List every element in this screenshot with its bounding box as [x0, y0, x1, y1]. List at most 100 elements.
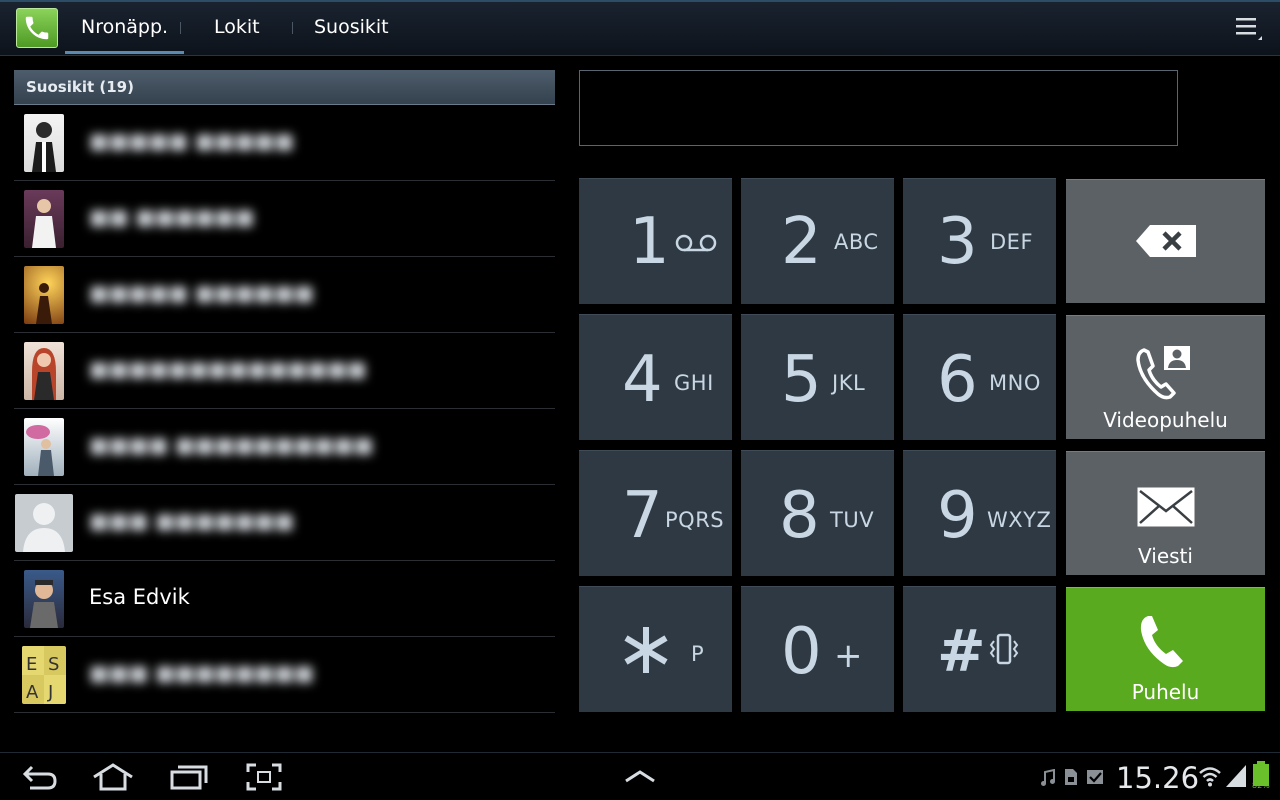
- sim-card-icon: [1064, 768, 1078, 790]
- backspace-icon: [1136, 225, 1196, 261]
- svg-text:S: S: [48, 654, 59, 675]
- key-4[interactable]: 4 GHI: [579, 314, 732, 440]
- tab-favorites-label: Suosikit: [314, 16, 389, 38]
- tab-logs[interactable]: Lokit: [198, 0, 276, 54]
- video-call-label: Videopuhelu: [1103, 408, 1228, 432]
- call-button[interactable]: Puhelu: [1066, 587, 1265, 711]
- phone-icon: [1138, 612, 1188, 674]
- key-star[interactable]: P: [579, 586, 732, 712]
- key-digit: 8: [779, 479, 820, 553]
- home-icon[interactable]: [92, 763, 134, 795]
- list-item[interactable]: ■■■■■ ■■■■■■: [14, 257, 555, 333]
- svg-text:A: A: [26, 682, 39, 703]
- video-call-button[interactable]: Videopuhelu: [1066, 315, 1265, 439]
- list-item[interactable]: ■■■ ■■■■■■■: [14, 485, 555, 561]
- key-digit: 0: [781, 615, 822, 689]
- contact-name: ■■ ■■■■■■: [89, 205, 255, 229]
- recent-apps-icon[interactable]: [170, 763, 208, 795]
- tab-divider: [292, 22, 293, 34]
- avatar: [24, 266, 64, 324]
- key-digit: #: [937, 617, 986, 685]
- screenshot-icon[interactable]: [246, 763, 282, 795]
- tab-divider: [180, 22, 181, 34]
- action-bar: Nronäpp. Lokit Suosikit: [0, 0, 1280, 56]
- key-digit: 6: [937, 343, 978, 417]
- key-8[interactable]: 8 TUV: [741, 450, 894, 576]
- key-digit: 9: [937, 479, 978, 553]
- avatar: [24, 342, 64, 400]
- system-bar: 15.26 82%: [0, 752, 1280, 800]
- key-5[interactable]: 5 JKL: [741, 314, 894, 440]
- contact-name: ■■■ ■■■■■■■■: [89, 661, 314, 685]
- message-label: Viesti: [1138, 544, 1193, 568]
- phone-app-icon[interactable]: [16, 8, 58, 48]
- tab-favorites[interactable]: Suosikit: [298, 0, 405, 54]
- key-digit: 7: [622, 479, 663, 553]
- battery-percent: 82%: [1252, 781, 1270, 790]
- envelope-icon: [1137, 487, 1195, 531]
- svg-text:J: J: [47, 682, 53, 703]
- key-hash[interactable]: #: [903, 586, 1056, 712]
- list-item[interactable]: ■■■■■■■■■■■■■■: [14, 333, 555, 409]
- wifi-icon: [1198, 765, 1222, 791]
- avatar: ESAJ: [22, 646, 66, 704]
- key-letters: DEF: [990, 230, 1034, 254]
- voicemail-icon: [674, 233, 718, 257]
- key-letters: PQRS: [665, 508, 725, 532]
- video-call-icon: [1136, 344, 1194, 406]
- clock: 15.26: [1116, 761, 1200, 795]
- key-letters: JKL: [832, 371, 866, 395]
- task-icon: [1086, 767, 1104, 789]
- contact-name: ■■■■■ ■■■■■■: [89, 281, 314, 305]
- key-6[interactable]: 6 MNO: [903, 314, 1056, 440]
- list-item[interactable]: Esa Edvik: [14, 561, 555, 637]
- signal-icon: [1226, 765, 1246, 791]
- key-7[interactable]: 7 PQRS: [579, 450, 732, 576]
- tab-keypad-label: Nronäpp.: [81, 16, 169, 38]
- contact-name: ■■■■■■■■■■■■■■: [89, 357, 367, 381]
- key-9[interactable]: 9 WXYZ: [903, 450, 1056, 576]
- key-1[interactable]: 1: [579, 178, 732, 304]
- key-digit: 3: [937, 205, 978, 279]
- key-digit: 5: [781, 343, 822, 417]
- key-3[interactable]: 3 DEF: [903, 178, 1056, 304]
- asterisk-icon: [621, 625, 671, 679]
- list-item[interactable]: ESAJ ■■■ ■■■■■■■■: [14, 637, 555, 713]
- avatar: [24, 570, 64, 628]
- favorites-header-label: Suosikit (19): [26, 78, 134, 96]
- key-letters: WXYZ: [987, 508, 1052, 532]
- vibrate-icon: [989, 633, 1019, 669]
- overflow-menu-icon[interactable]: [1234, 14, 1262, 42]
- phone-number-field[interactable]: [579, 70, 1178, 146]
- list-item[interactable]: ■■■■■ ■■■■■: [14, 105, 555, 181]
- back-icon[interactable]: [22, 763, 58, 795]
- key-letters: ABC: [834, 230, 879, 254]
- svg-text:E: E: [26, 654, 37, 675]
- key-letters: P: [691, 642, 705, 666]
- tab-keypad[interactable]: Nronäpp.: [65, 0, 185, 54]
- key-letters: GHI: [674, 371, 714, 395]
- message-button[interactable]: Viesti: [1066, 451, 1265, 575]
- contact-name: Esa Edvik: [89, 585, 190, 609]
- key-0[interactable]: 0 +: [741, 586, 894, 712]
- key-letters: TUV: [830, 508, 875, 532]
- list-item[interactable]: ■■■■ ■■■■■■■■■■: [14, 409, 555, 485]
- avatar: [24, 190, 64, 248]
- default-avatar-icon: [15, 494, 73, 552]
- key-digit: 2: [781, 205, 822, 279]
- backspace-button[interactable]: [1066, 179, 1265, 303]
- avatar: [24, 418, 64, 476]
- tab-logs-label: Lokit: [214, 16, 260, 38]
- key-2[interactable]: 2 ABC: [741, 178, 894, 304]
- contact-name: ■■■ ■■■■■■■: [89, 509, 295, 533]
- favorites-list: ■■■■■ ■■■■■ ■■ ■■■■■■ ■■■■■ ■■■■■■ ■■■■■…: [14, 105, 555, 713]
- key-digit: 4: [622, 343, 663, 417]
- list-item[interactable]: ■■ ■■■■■■: [14, 181, 555, 257]
- chevron-up-icon[interactable]: [624, 769, 656, 789]
- avatar: [24, 114, 64, 172]
- music-icon: [1040, 768, 1056, 791]
- key-letters: +: [834, 636, 863, 676]
- key-digit: 1: [629, 205, 670, 279]
- call-label: Puhelu: [1131, 680, 1200, 704]
- contact-name: ■■■■ ■■■■■■■■■■: [89, 433, 374, 457]
